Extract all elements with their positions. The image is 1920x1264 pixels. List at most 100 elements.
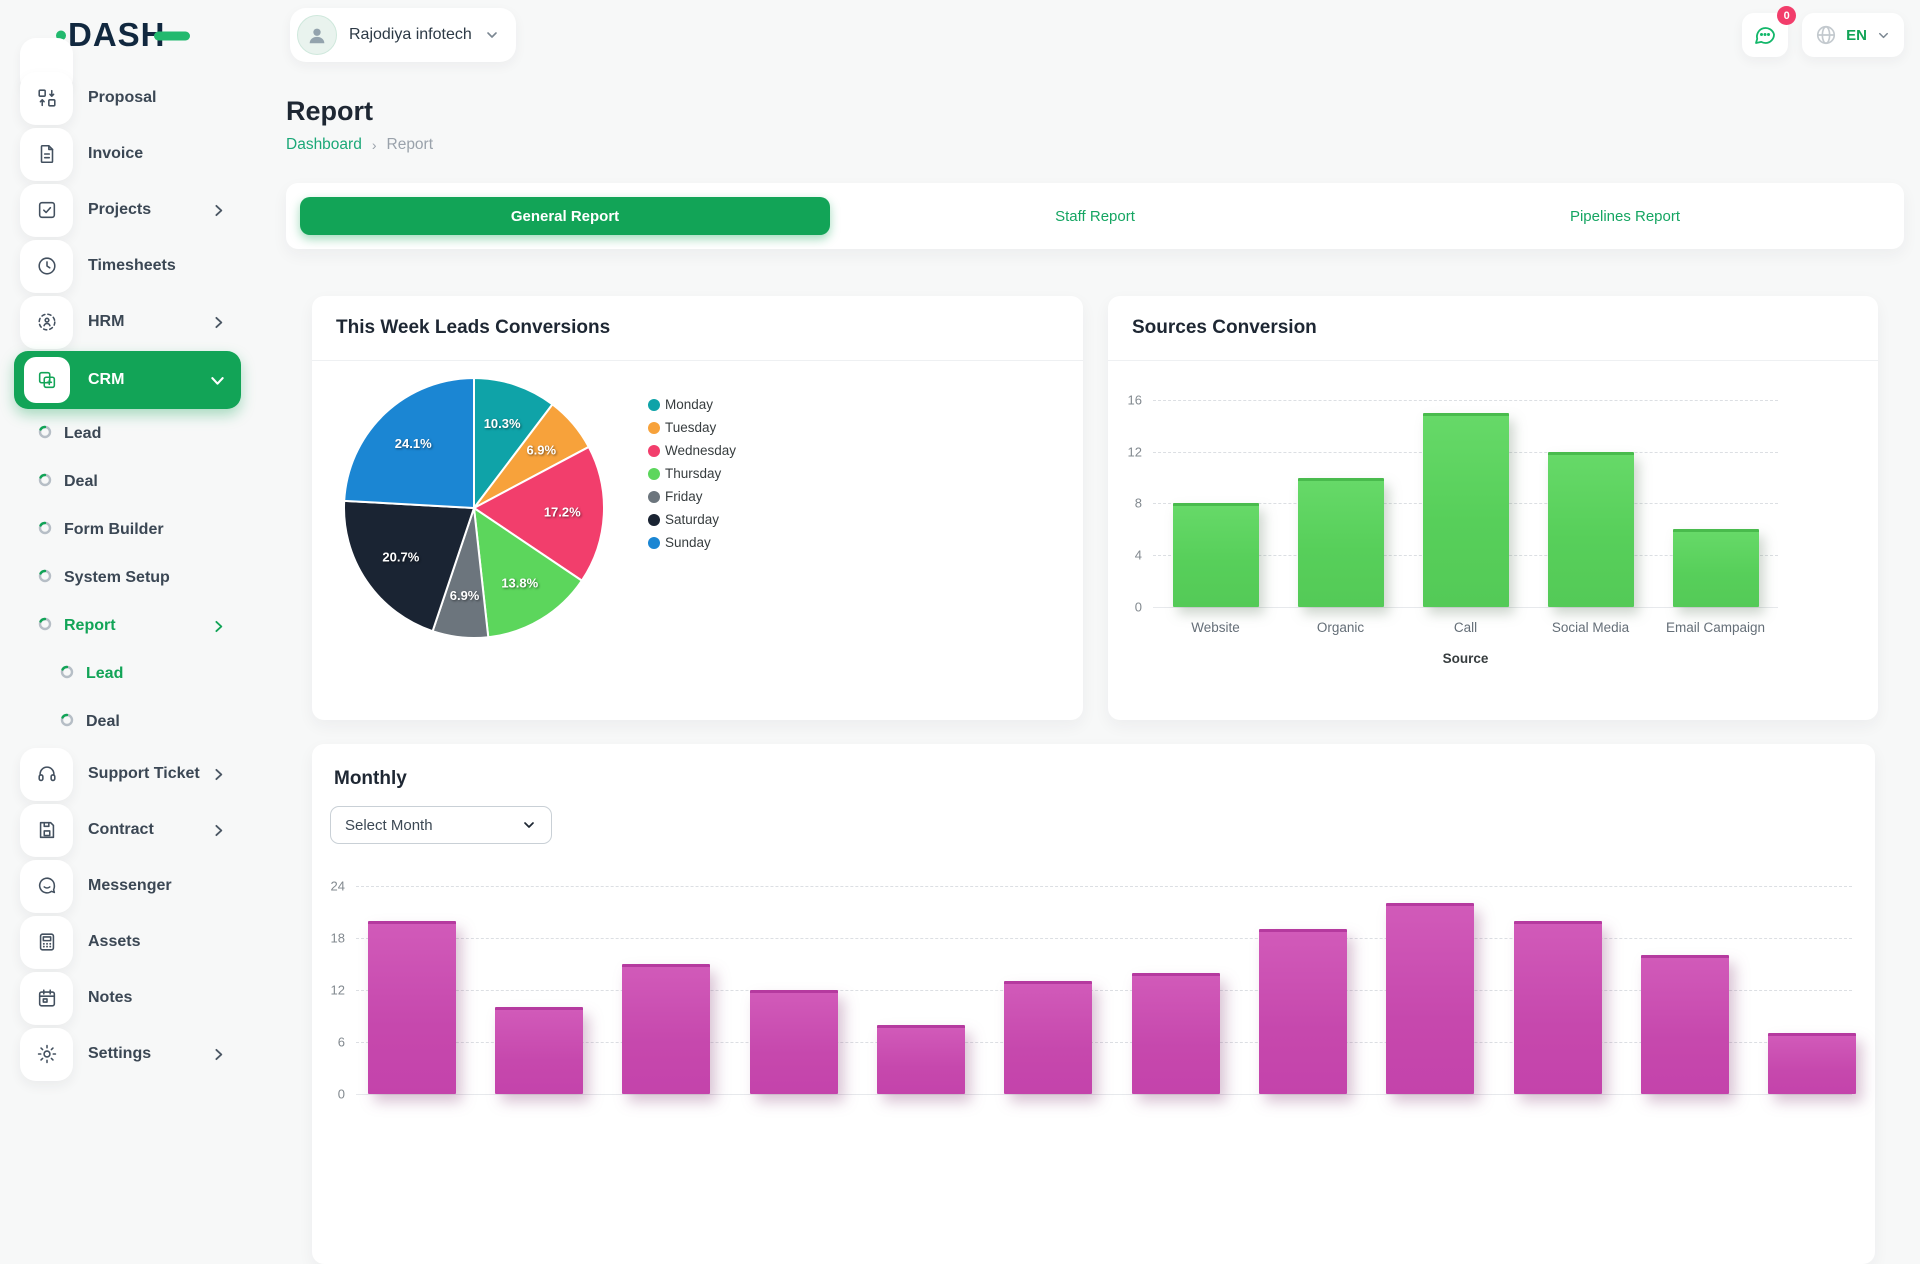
bar-website[interactable] bbox=[1173, 503, 1259, 607]
company-name: Rajodiya infotech bbox=[349, 26, 472, 44]
bar-month-2[interactable] bbox=[495, 1007, 583, 1094]
bullet-circle-icon bbox=[60, 665, 74, 684]
sidebar-item-settings[interactable]: Settings bbox=[0, 1026, 255, 1082]
bar-month-12[interactable] bbox=[1768, 1033, 1856, 1094]
month-select-value: Select Month bbox=[345, 817, 433, 834]
pie-slice-label: 13.8% bbox=[501, 576, 538, 591]
pie-slice-label: 6.9% bbox=[526, 443, 556, 458]
bar-month-8[interactable] bbox=[1259, 929, 1347, 1094]
legend-dot-icon bbox=[648, 422, 660, 434]
bar-email-campaign[interactable] bbox=[1673, 529, 1759, 607]
bar-month-1[interactable] bbox=[368, 921, 456, 1094]
bar-month-10[interactable] bbox=[1514, 921, 1602, 1094]
sidebar-item-lead[interactable]: Lead bbox=[0, 650, 255, 698]
legend-item-tuesday[interactable]: Tuesday bbox=[648, 416, 736, 439]
bar-month-9[interactable] bbox=[1386, 903, 1474, 1094]
sidebar-item-crm[interactable]: CRM bbox=[0, 351, 255, 409]
sidebar-item-contract[interactable]: Contract bbox=[0, 802, 255, 858]
sidebar-item-messenger[interactable]: Messenger bbox=[0, 858, 255, 914]
crm-icon bbox=[24, 357, 70, 403]
proposal-icon bbox=[20, 72, 73, 125]
bar-month-3[interactable] bbox=[622, 964, 710, 1094]
sidebar-item-timesheets[interactable]: Timesheets bbox=[0, 238, 255, 294]
sidebar-item-invoice[interactable]: Invoice bbox=[0, 126, 255, 182]
sidebar-item-system-setup[interactable]: System Setup bbox=[0, 554, 255, 602]
breadcrumb-separator-icon: › bbox=[372, 137, 377, 153]
bullet-circle-icon bbox=[38, 473, 52, 492]
tab-pipelines-report[interactable]: Pipelines Report bbox=[1360, 197, 1890, 235]
sidebar-item-report[interactable]: Report bbox=[0, 602, 255, 650]
breadcrumb: Dashboard › Report bbox=[286, 136, 1904, 154]
hrm-icon bbox=[20, 296, 73, 349]
monthly-bar-chart[interactable]: 06121824 bbox=[312, 874, 1875, 1264]
tab-general-report[interactable]: General Report bbox=[300, 197, 830, 235]
header: DASH Rajodiya infotech 0 bbox=[0, 0, 1920, 70]
chevron-down-icon bbox=[208, 371, 227, 390]
sidebar-item-deal[interactable]: Deal bbox=[0, 458, 255, 506]
bar-call[interactable] bbox=[1423, 413, 1509, 607]
legend-item-monday[interactable]: Monday bbox=[648, 393, 736, 416]
bullet-circle-icon bbox=[60, 713, 74, 732]
bar-month-6[interactable] bbox=[1004, 981, 1092, 1094]
legend-dot-icon bbox=[648, 537, 660, 549]
bar-month-7[interactable] bbox=[1132, 973, 1220, 1094]
chevron-down-icon bbox=[521, 817, 537, 833]
sources-conversion-card: Sources Conversion 0481216WebsiteOrganic… bbox=[1108, 296, 1878, 720]
pie-slice-label: 10.3% bbox=[484, 416, 521, 431]
messenger-icon bbox=[20, 860, 73, 913]
bar-social-media[interactable] bbox=[1548, 452, 1634, 607]
brand-logo[interactable]: DASH bbox=[54, 12, 190, 63]
chevron-right-icon bbox=[210, 822, 227, 839]
settings-icon bbox=[20, 1028, 73, 1081]
sidebar-item-assets[interactable]: Assets bbox=[0, 914, 255, 970]
language-selector[interactable]: EN bbox=[1802, 13, 1904, 57]
legend-dot-icon bbox=[648, 445, 660, 457]
sidebar: ProposalInvoiceProjectsTimesheetsHRMCRML… bbox=[0, 70, 255, 1080]
messages-button[interactable]: 0 bbox=[1742, 13, 1788, 57]
legend-dot-icon bbox=[648, 514, 660, 526]
chat-bubble-icon bbox=[1753, 23, 1777, 47]
pie-slice-label: 17.2% bbox=[544, 505, 581, 520]
sidebar-item-proposal[interactable]: Proposal bbox=[0, 70, 255, 126]
sidebar-item-support-ticket[interactable]: Support Ticket bbox=[0, 746, 255, 802]
sidebar-item-projects[interactable]: Projects bbox=[0, 182, 255, 238]
sidebar-item-form-builder[interactable]: Form Builder bbox=[0, 506, 255, 554]
bar-month-11[interactable] bbox=[1641, 955, 1729, 1094]
legend-dot-icon bbox=[648, 491, 660, 503]
sidebar-item-hrm[interactable]: HRM bbox=[0, 294, 255, 350]
avatar bbox=[297, 15, 337, 55]
legend-item-saturday[interactable]: Saturday bbox=[648, 508, 736, 531]
sidebar-item-deal[interactable]: Deal bbox=[0, 698, 255, 746]
main-content: Report Dashboard › Report General Report… bbox=[286, 70, 1904, 1264]
chevron-right-icon bbox=[210, 314, 227, 331]
legend-item-sunday[interactable]: Sunday bbox=[648, 531, 736, 554]
invoice-icon bbox=[20, 128, 73, 181]
chevron-right-icon bbox=[210, 766, 227, 783]
legend-dot-icon bbox=[648, 468, 660, 480]
pie-slice-label: 24.1% bbox=[395, 436, 432, 451]
sources-bar-chart[interactable]: 0481216WebsiteOrganicCallSocial MediaEma… bbox=[1108, 358, 1878, 720]
chevron-right-icon bbox=[210, 202, 227, 219]
report-tabs: General ReportStaff ReportPipelines Repo… bbox=[286, 183, 1904, 249]
bar-month-5[interactable] bbox=[877, 1025, 965, 1094]
bullet-circle-icon bbox=[38, 569, 52, 588]
sidebar-item-notes[interactable]: Notes bbox=[0, 970, 255, 1026]
legend-item-thursday[interactable]: Thursday bbox=[648, 462, 736, 485]
bar-organic[interactable] bbox=[1298, 478, 1384, 607]
sidebar-item-lead[interactable]: Lead bbox=[0, 410, 255, 458]
legend-dot-icon bbox=[648, 399, 660, 411]
sources-conversion-title: Sources Conversion bbox=[1108, 296, 1878, 361]
tab-staff-report[interactable]: Staff Report bbox=[830, 197, 1360, 235]
bullet-circle-icon bbox=[38, 425, 52, 444]
breadcrumb-dashboard-link[interactable]: Dashboard bbox=[286, 136, 362, 154]
notes-icon bbox=[20, 972, 73, 1025]
pie-legend: MondayTuesdayWednesdayThursdayFridaySatu… bbox=[648, 393, 736, 554]
bar-month-4[interactable] bbox=[750, 990, 838, 1094]
weekly-leads-pie-chart[interactable]: 10.3%6.9%17.2%13.8%6.9%20.7%24.1% bbox=[334, 368, 614, 653]
company-switcher[interactable]: Rajodiya infotech bbox=[290, 8, 516, 62]
pie-slice-label: 20.7% bbox=[382, 550, 419, 565]
breadcrumb-current: Report bbox=[387, 136, 434, 154]
legend-item-wednesday[interactable]: Wednesday bbox=[648, 439, 736, 462]
month-select[interactable]: Select Month bbox=[330, 806, 552, 844]
legend-item-friday[interactable]: Friday bbox=[648, 485, 736, 508]
